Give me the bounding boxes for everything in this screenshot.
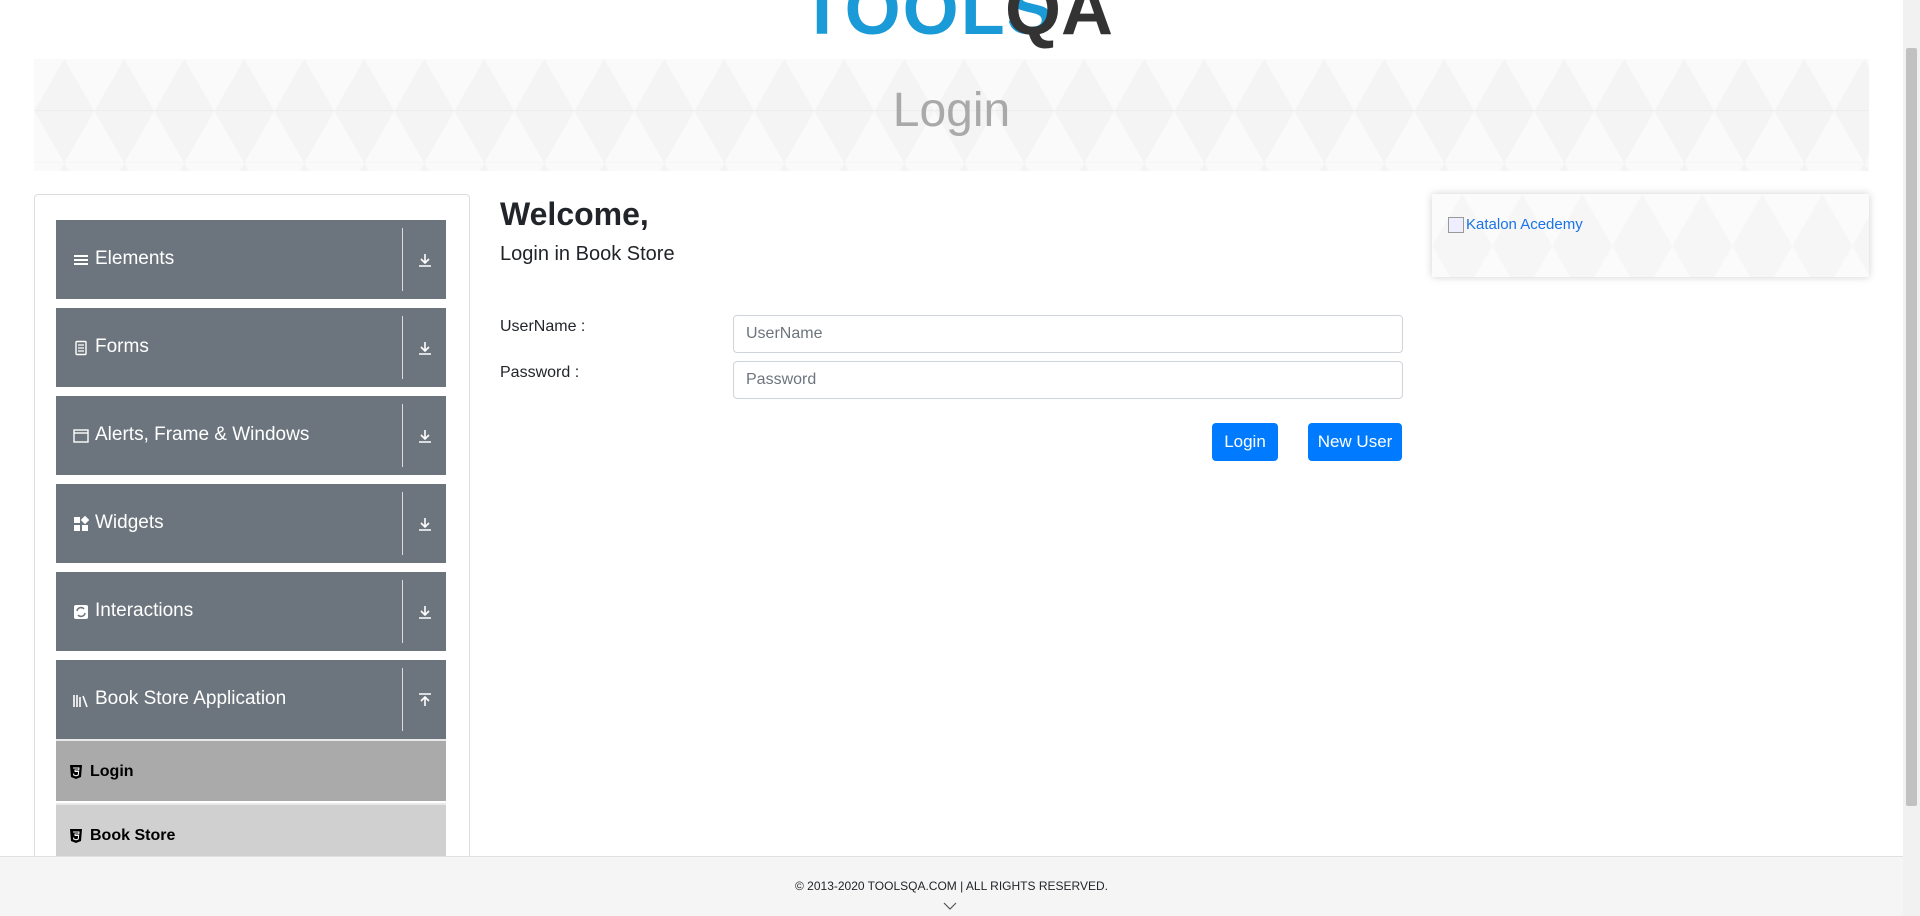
sidebar-group-label: Interactions — [95, 600, 194, 621]
password-label: Password : — [500, 364, 580, 381]
footer: © 2013-2020 TOOLSQA.COM | ALL RIGHTS RES… — [0, 856, 1903, 916]
ad-banner: Katalon Acedemy — [1432, 194, 1869, 277]
form-icon — [75, 340, 87, 356]
download-arrow-icon — [419, 518, 431, 531]
sidebar-group-interactions[interactable]: Interactions — [56, 572, 446, 651]
download-arrow-icon — [419, 342, 431, 355]
footer-copyright: © 2013-2020 TOOLSQA.COM | ALL RIGHTS RES… — [795, 879, 1108, 893]
page-title: Login — [892, 84, 1011, 137]
sidebar-group-label: Alerts, Frame & Windows — [95, 424, 310, 445]
page-banner: Login — [34, 59, 1869, 171]
sidebar-item-label: Book Store — [90, 827, 176, 844]
html5-icon — [70, 829, 82, 843]
broken-image-icon — [1448, 216, 1464, 233]
sidebar-group-label: Elements — [95, 248, 175, 269]
widgets-icon — [74, 516, 89, 531]
sidebar-item-label: Login — [90, 763, 134, 780]
login-subtitle: Login in Book Store — [500, 243, 675, 265]
ad-alt-text: Katalon Acedemy — [1466, 216, 1583, 233]
divider — [402, 580, 403, 643]
download-arrow-icon — [419, 606, 431, 619]
interactions-icon — [74, 605, 88, 619]
login-button[interactable]: Login — [1212, 423, 1278, 461]
sidebar-group-label: Book Store Application — [95, 688, 287, 709]
upload-arrow-icon — [419, 693, 431, 706]
divider — [402, 228, 403, 291]
sidebar-group-alerts-frame-windows[interactable]: Alerts, Frame & Windows — [56, 396, 446, 475]
menu-icon — [74, 255, 88, 265]
divider — [402, 668, 403, 731]
new-user-button[interactable]: New User — [1308, 423, 1402, 461]
left-panel: Elements Forms Alerts, Frame & Windows W… — [34, 194, 470, 916]
sidebar-group-book-store-application[interactable]: Book Store Application — [56, 660, 446, 739]
divider — [402, 316, 403, 379]
username-label: UserName : — [500, 318, 586, 335]
scrollbar-thumb[interactable] — [1906, 48, 1917, 806]
sidebar-group-label: Forms — [95, 336, 149, 357]
sidebar-item-login[interactable]: Login — [56, 739, 446, 801]
logo-qa-text: QA — [1005, 0, 1113, 50]
password-input[interactable] — [733, 361, 1403, 399]
books-icon — [73, 695, 88, 708]
divider — [402, 492, 403, 555]
sidebar-group-forms[interactable]: Forms — [56, 308, 446, 387]
chevron-down-icon[interactable] — [943, 901, 957, 911]
welcome-heading: Welcome, — [500, 196, 649, 232]
sidebar-group-elements[interactable]: Elements — [56, 220, 446, 299]
html5-icon — [70, 765, 82, 779]
window-icon — [73, 429, 89, 443]
sidebar-group-widgets[interactable]: Widgets — [56, 484, 446, 563]
katalon-academy-link[interactable]: Katalon Acedemy — [1448, 216, 1583, 233]
download-arrow-icon — [419, 430, 431, 443]
username-input[interactable] — [733, 315, 1403, 353]
scrollbar[interactable] — [1903, 0, 1920, 916]
page: TOOLS QA Login Elements Forms Alerts, Fr… — [0, 0, 1920, 916]
download-arrow-icon — [419, 254, 431, 267]
divider — [402, 404, 403, 467]
sidebar-group-label: Widgets — [95, 512, 164, 533]
toolsqa-logo[interactable]: TOOLS QA — [800, 0, 1120, 50]
